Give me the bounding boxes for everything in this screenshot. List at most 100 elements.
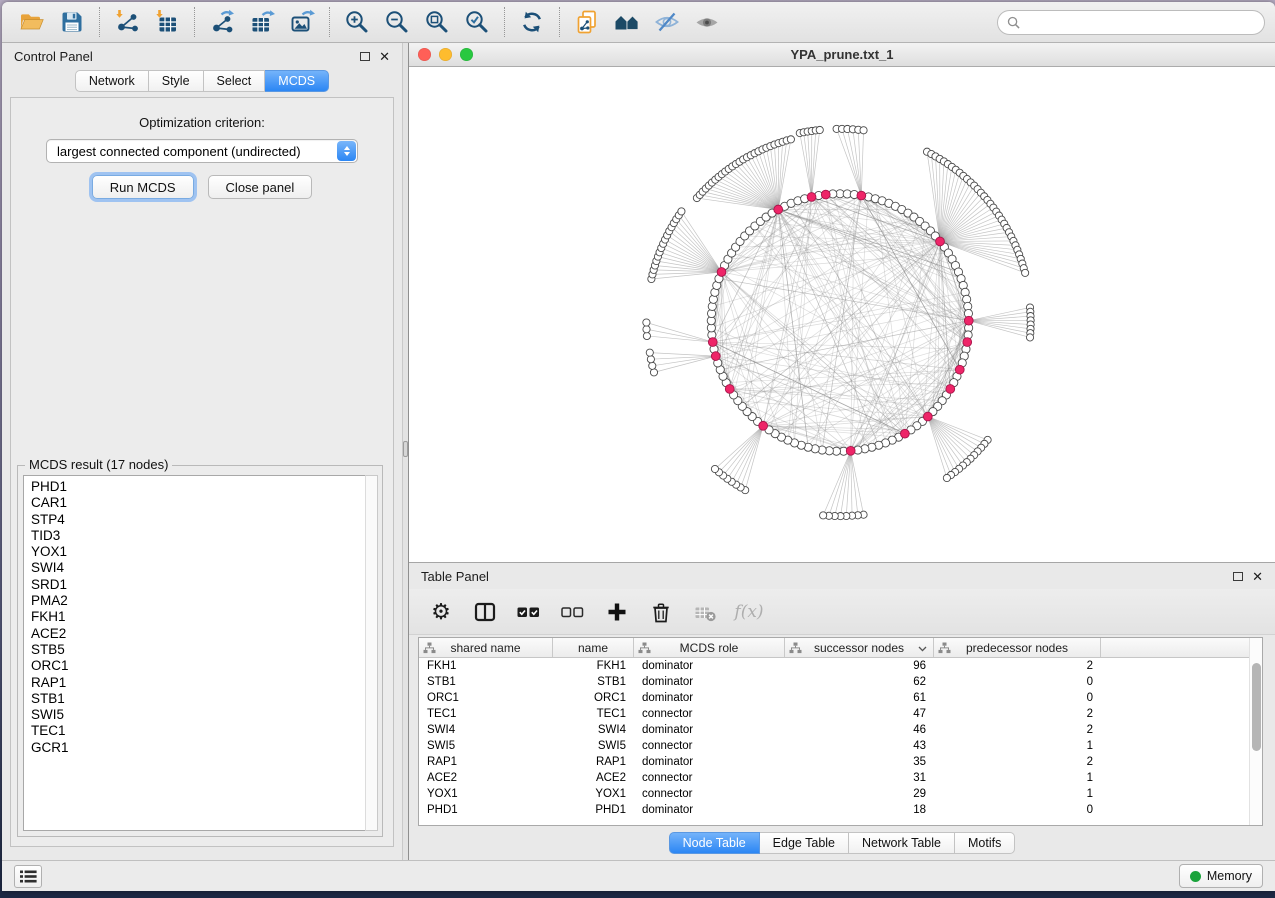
table-row[interactable]: YOX1YOX1connector291 — [419, 786, 1262, 802]
network-node[interactable] — [649, 362, 656, 369]
table-row[interactable]: PHD1PHD1dominator180 — [419, 802, 1262, 818]
search-input[interactable] — [1026, 14, 1255, 31]
mcds-node-item[interactable]: CAR1 — [24, 495, 365, 511]
mcds-dominator-node[interactable] — [821, 190, 830, 199]
mcds-dominator-node[interactable] — [923, 412, 932, 421]
mcds-dominator-node[interactable] — [846, 446, 855, 455]
mcds-node-item[interactable]: YOX1 — [24, 544, 365, 560]
export-table-button[interactable] — [242, 5, 282, 39]
search-box[interactable] — [997, 10, 1265, 35]
export-network-button[interactable] — [202, 5, 242, 39]
criterion-select[interactable]: largest connected component (undirected) — [46, 139, 358, 163]
refresh-layout-button[interactable] — [512, 5, 552, 39]
column-header-predecessor-nodes[interactable]: predecessor nodes — [934, 638, 1101, 657]
mcds-node-item[interactable]: PMA2 — [24, 593, 365, 609]
network-node[interactable] — [643, 319, 650, 326]
tab-edge-table[interactable]: Edge Table — [760, 832, 849, 854]
column-header-shared-name[interactable]: shared name — [419, 638, 553, 657]
mcds-node-item[interactable]: SWI4 — [24, 560, 365, 576]
zoom-out-button[interactable] — [377, 5, 417, 39]
network-node[interactable] — [643, 332, 650, 339]
mcds-dominator-node[interactable] — [708, 338, 717, 347]
function-builder-button[interactable]: f(x) — [731, 596, 767, 628]
close-panel-icon[interactable]: ✕ — [379, 50, 390, 63]
network-node[interactable] — [646, 349, 653, 356]
mcds-node-item[interactable]: STP4 — [24, 512, 365, 528]
network-node[interactable] — [1022, 269, 1029, 276]
mcds-dominator-node[interactable] — [774, 205, 783, 214]
table-row[interactable]: FKH1FKH1dominator962 — [419, 658, 1262, 674]
tab-node-table[interactable]: Node Table — [669, 832, 760, 854]
mcds-dominator-node[interactable] — [936, 237, 945, 246]
mcds-dominator-node[interactable] — [759, 421, 768, 430]
table-row[interactable]: RAP1RAP1dominator352 — [419, 754, 1262, 770]
mcds-node-item[interactable]: FKH1 — [24, 609, 365, 625]
network-node[interactable] — [860, 127, 867, 134]
close-panel-button[interactable]: Close panel — [208, 175, 313, 199]
tab-mcds[interactable]: MCDS — [265, 70, 329, 92]
zoom-fit-button[interactable] — [417, 5, 457, 39]
table-row[interactable]: TEC1TEC1connector472 — [419, 706, 1262, 722]
mcds-node-item[interactable]: SRD1 — [24, 577, 365, 593]
mcds-dominator-node[interactable] — [725, 385, 734, 394]
panel-toggle-button[interactable] — [14, 865, 42, 888]
zoom-in-button[interactable] — [337, 5, 377, 39]
network-node[interactable] — [647, 356, 654, 363]
split-panel-button[interactable] — [467, 596, 503, 628]
network-node[interactable] — [650, 369, 657, 376]
mcds-dominator-node[interactable] — [963, 338, 972, 347]
tab-network[interactable]: Network — [75, 70, 149, 92]
hide-selected-button[interactable] — [647, 5, 687, 39]
network-node[interactable] — [678, 208, 685, 215]
network-node[interactable] — [711, 465, 718, 472]
table-row[interactable]: STB1STB1dominator620 — [419, 674, 1262, 690]
mcds-dominator-node[interactable] — [900, 429, 909, 438]
float-panel-icon[interactable] — [360, 52, 370, 61]
mcds-node-item[interactable]: RAP1 — [24, 675, 365, 691]
network-node[interactable] — [943, 474, 950, 481]
mcds-node-item[interactable]: ACE2 — [24, 626, 365, 642]
tab-motifs[interactable]: Motifs — [955, 832, 1015, 854]
table-row[interactable]: SWI5SWI5connector431 — [419, 738, 1262, 754]
zoom-selected-button[interactable] — [457, 5, 497, 39]
mcds-node-item[interactable]: ORC1 — [24, 658, 365, 674]
close-panel-icon[interactable]: ✕ — [1252, 570, 1263, 583]
table-scrollbar-thumb[interactable] — [1252, 663, 1261, 751]
table-row[interactable]: ORC1ORC1dominator610 — [419, 690, 1262, 706]
import-table-button[interactable] — [147, 5, 187, 39]
add-column-button[interactable] — [599, 596, 635, 628]
mcds-dominator-node[interactable] — [807, 193, 816, 202]
table-settings-button[interactable]: ⚙ — [423, 596, 459, 628]
mcds-node-item[interactable]: STB5 — [24, 642, 365, 658]
network-node[interactable] — [643, 326, 650, 333]
duplicate-network-button[interactable] — [567, 5, 607, 39]
mcds-node-item[interactable]: STB1 — [24, 691, 365, 707]
delete-table-button[interactable] — [687, 596, 723, 628]
tab-network-table[interactable]: Network Table — [849, 832, 955, 854]
run-mcds-button[interactable]: Run MCDS — [92, 175, 194, 199]
panel-splitter[interactable] — [402, 43, 409, 860]
table-row[interactable]: ACE2ACE2connector311 — [419, 770, 1262, 786]
table-row[interactable]: SWI4SWI4dominator462 — [419, 722, 1262, 738]
network-node[interactable] — [1026, 334, 1033, 341]
mcds-node-item[interactable]: GCR1 — [24, 740, 365, 756]
tab-select[interactable]: Select — [204, 70, 266, 92]
mcds-node-item[interactable]: PHD1 — [24, 479, 365, 495]
delete-column-button[interactable] — [643, 596, 679, 628]
select-all-button[interactable] — [511, 596, 547, 628]
mcds-list-scrollbar[interactable] — [365, 475, 378, 831]
tab-style[interactable]: Style — [149, 70, 204, 92]
mcds-node-item[interactable]: TEC1 — [24, 723, 365, 739]
column-header-mcds-role[interactable]: MCDS role — [634, 638, 785, 657]
network-node[interactable] — [787, 136, 794, 143]
mcds-dominator-node[interactable] — [857, 191, 866, 200]
mcds-node-item[interactable]: TID3 — [24, 528, 365, 544]
import-network-button[interactable] — [107, 5, 147, 39]
deselect-all-button[interactable] — [555, 596, 591, 628]
column-header-name[interactable]: name — [553, 638, 634, 657]
memory-button[interactable]: Memory — [1179, 864, 1263, 888]
column-header-successor-nodes[interactable]: successor nodes — [785, 638, 934, 657]
export-image-button[interactable] — [282, 5, 322, 39]
splitter-handle[interactable] — [403, 441, 408, 457]
mcds-dominator-node[interactable] — [717, 268, 726, 277]
